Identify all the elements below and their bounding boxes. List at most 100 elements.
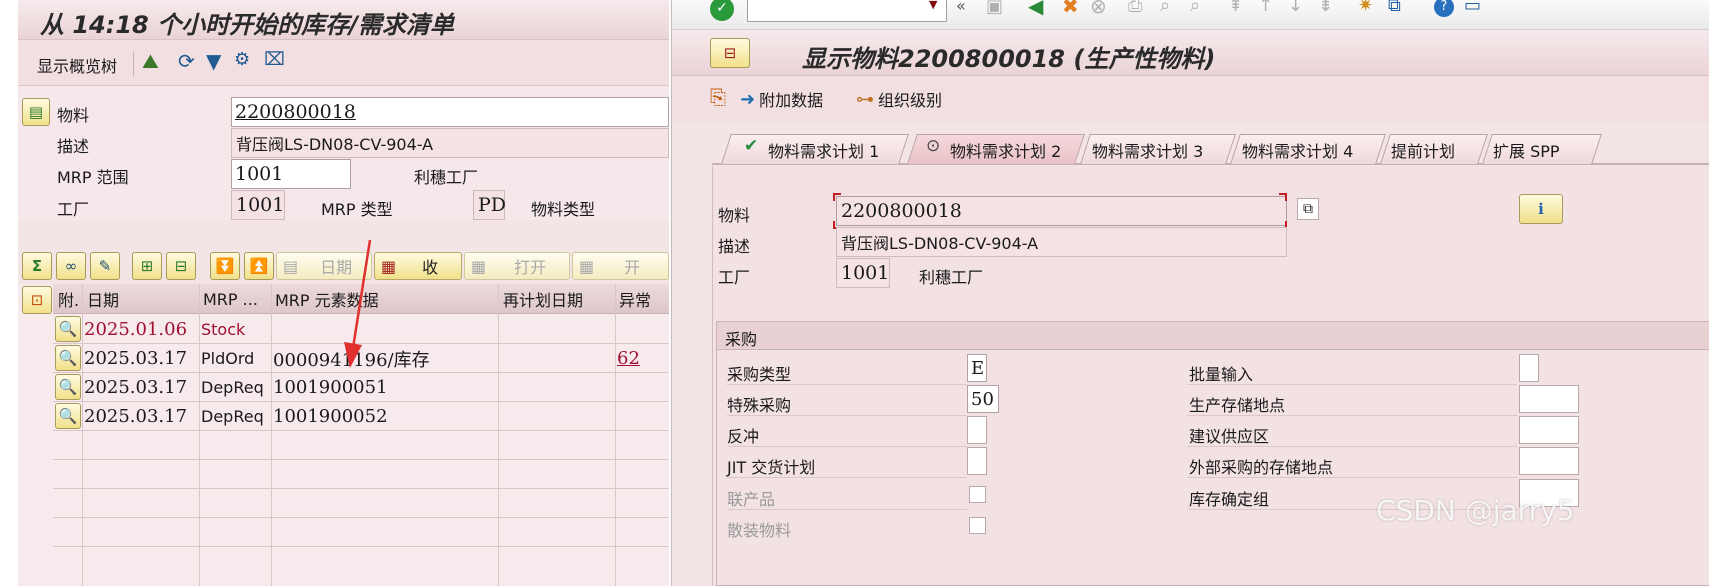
row-date: 2025.03.17 (84, 348, 188, 369)
ext-storage-label: 外部采购的存储地点 (1189, 458, 1334, 477)
material-input-r[interactable]: 2200800018 (836, 196, 1287, 226)
org-levels-button[interactable]: ⊶ 组织级别 (856, 87, 942, 111)
collapse-icon[interactable]: ⊟ (166, 252, 196, 280)
batch-entry-input[interactable] (1519, 354, 1539, 382)
row-mrp-element: PldOrd (201, 349, 255, 368)
toolbar-separator (133, 52, 134, 76)
back-icon[interactable]: ◀ (1028, 0, 1043, 18)
empty-row (53, 489, 669, 518)
exit-icon[interactable]: ✖ (1062, 0, 1079, 18)
prod-storage-input[interactable] (1519, 385, 1579, 413)
settings-icon[interactable]: ⚙ (234, 49, 260, 75)
col-mrp-element[interactable]: MRP ... (203, 284, 258, 314)
export-icon[interactable]: ⌧ (264, 49, 290, 75)
mrp-type-label: MRP 类型 (321, 200, 393, 219)
row-date: 2025.03.17 (84, 406, 188, 427)
next-page-icon[interactable]: ↓ (1288, 0, 1303, 16)
menu-icon[interactable]: ⊟ (710, 38, 750, 68)
special-proc-input[interactable]: 50 (967, 385, 999, 413)
edit-icon[interactable]: ✎ (90, 252, 120, 280)
jit-input[interactable] (967, 447, 987, 475)
annotation-arrow-icon (344, 239, 372, 368)
col-exception[interactable]: 异常 (619, 284, 651, 314)
batch-entry-label: 批量输入 (1189, 365, 1254, 384)
shortcut-icon[interactable]: ⧉ (1388, 0, 1401, 16)
print-icon[interactable]: ⎙ (1128, 0, 1142, 16)
receipts-button[interactable]: ▦ 收 (374, 252, 462, 280)
description-label-r: 描述 (718, 237, 751, 256)
calendar-icon: ▦ (381, 256, 397, 276)
watermark: CSDN @jarry5 (1376, 494, 1575, 527)
left-window: 从 14:18 个小时开始的库存/需求清单 显示概览树 ⛰ ⟳ ▼ ⚙ ⌧ ▤ … (18, 0, 669, 586)
row-date: 2025.03.17 (84, 377, 188, 398)
description-label: 描述 (57, 137, 90, 156)
first-page-icon[interactable]: ⇞ (1228, 0, 1243, 16)
next-icon[interactable]: ⏬ (210, 252, 240, 280)
col-attachment[interactable]: 附. (58, 284, 79, 314)
cancel-icon[interactable]: ⊗ (1090, 0, 1107, 18)
plant-label: 工厂 (57, 200, 90, 219)
table-row[interactable]: 🔍 2025.03.17 DepReq 1001900052 (53, 402, 669, 431)
detail-icon[interactable]: 🔍 (55, 374, 81, 400)
expand-icon[interactable]: ⊞ (132, 252, 162, 280)
additional-data-button[interactable]: ➜ 附加数据 (740, 87, 823, 111)
supply-area-label: 建议供应区 (1189, 427, 1270, 446)
find-next-icon[interactable]: ⌕ (1190, 0, 1200, 16)
copy-icon[interactable]: ⧉ (1297, 198, 1319, 220)
supply-area-input[interactable] (1519, 416, 1579, 444)
layout-icon[interactable]: ▭ (1464, 0, 1481, 16)
proc-row-line (727, 509, 967, 510)
proc-type-input[interactable]: E (967, 354, 987, 382)
landscape-icon[interactable]: ⛰ (142, 49, 168, 75)
info-icon[interactable]: ℹ (1519, 194, 1563, 224)
header-toggle-icon[interactable]: ▤ (22, 98, 50, 126)
bulk-checkbox[interactable] (969, 517, 986, 534)
refresh-icon[interactable]: ⟳ (178, 49, 204, 75)
help-icon[interactable]: ? (1434, 0, 1454, 17)
enter-icon[interactable]: ✓ (710, 0, 734, 21)
glasses-icon[interactable]: ∞ (56, 252, 86, 280)
col-date[interactable]: 日期 (87, 284, 119, 314)
collapse-chevrons-icon[interactable]: « (956, 0, 966, 15)
calendar-open-icon: ▦ (471, 256, 487, 276)
mrp-area-input[interactable]: 1001 (231, 159, 351, 189)
command-dropdown-icon[interactable]: ▼ (929, 0, 937, 11)
plant-label-r: 工厂 (718, 268, 751, 287)
create-icon[interactable]: ⎘ (710, 85, 726, 109)
command-field[interactable] (747, 0, 947, 22)
detail-icon[interactable]: 🔍 (55, 345, 81, 371)
material-label: 物料 (57, 106, 90, 125)
last-page-icon[interactable]: ⇟ (1318, 0, 1333, 16)
tab-mrp1-label: 物料需求计划 1 (768, 142, 880, 161)
material-label-r: 物料 (718, 206, 751, 225)
ext-storage-input[interactable] (1519, 447, 1579, 475)
row-mrp-element: Stock (201, 320, 246, 339)
row-mrp-data: 1001900052 (273, 406, 388, 427)
proc-row-line (727, 446, 967, 447)
save-icon[interactable]: ▣ (986, 0, 1003, 17)
filter-icon[interactable]: ▼ (206, 49, 232, 75)
detail-icon[interactable]: 🔍 (55, 403, 81, 429)
col-reschedule-date[interactable]: 再计划日期 (503, 284, 583, 314)
material-input[interactable]: 2200800018 (231, 97, 669, 127)
sum-icon[interactable]: Σ (22, 252, 52, 280)
new-session-icon[interactable]: ✷ (1358, 0, 1373, 16)
backflush-input[interactable] (967, 416, 987, 444)
empty-row (53, 460, 669, 489)
coproduct-checkbox[interactable] (969, 486, 986, 503)
tab-forecast-label: 提前计划 (1391, 142, 1456, 161)
prev-page-icon[interactable]: ↑ (1258, 0, 1273, 16)
mrp-type-value: PD (473, 190, 506, 220)
find-icon[interactable]: ⌕ (1160, 0, 1170, 16)
table-row[interactable]: 🔍 2025.03.17 DepReq 1001900051 (53, 373, 669, 402)
grid-settings-icon[interactable]: ⊡ (22, 286, 52, 314)
focus-corner-tl (833, 193, 841, 201)
header-area: ▤ 物料 2200800018 描述 背压阀LS-DN08-CV-904-A M… (18, 86, 669, 220)
row-exception-link[interactable]: 62 (617, 344, 640, 373)
detail-icon[interactable]: 🔍 (55, 316, 81, 342)
open2-button: ▦ 开 (572, 252, 669, 280)
proc-row-line (1187, 384, 1517, 385)
overview-tree-button[interactable]: 显示概览树 (37, 53, 117, 77)
proc-row-line (727, 415, 967, 416)
prev-icon[interactable]: ⏫ (244, 252, 274, 280)
